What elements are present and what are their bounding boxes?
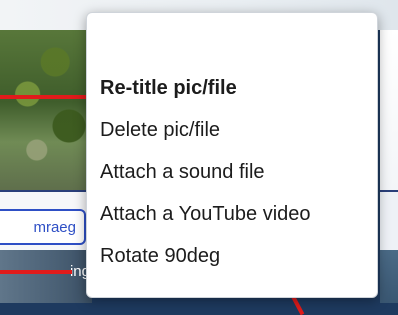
indicator-line-retitle <box>0 95 96 99</box>
photo-thumbnail[interactable] <box>0 30 92 190</box>
right-panel <box>380 30 398 190</box>
language-tab-label: mraeg <box>33 218 76 236</box>
menu-item-rotate[interactable]: Rotate 90deg <box>100 239 370 273</box>
menu-item-delete[interactable]: Delete pic/file <box>100 113 370 147</box>
right-mid-panel <box>380 192 398 250</box>
menu-item-attach-youtube[interactable]: Attach a YouTube video <box>100 197 370 231</box>
indicator-line-rotate <box>0 270 72 274</box>
context-menu: Re-title pic/file Delete pic/file Attach… <box>86 12 378 298</box>
menu-item-retitle[interactable]: Re-title pic/file <box>100 71 370 105</box>
right-bottom-image <box>380 250 398 303</box>
menu-item-attach-sound[interactable]: Attach a sound file <box>100 155 370 189</box>
language-tab[interactable]: mraeg <box>0 209 86 245</box>
